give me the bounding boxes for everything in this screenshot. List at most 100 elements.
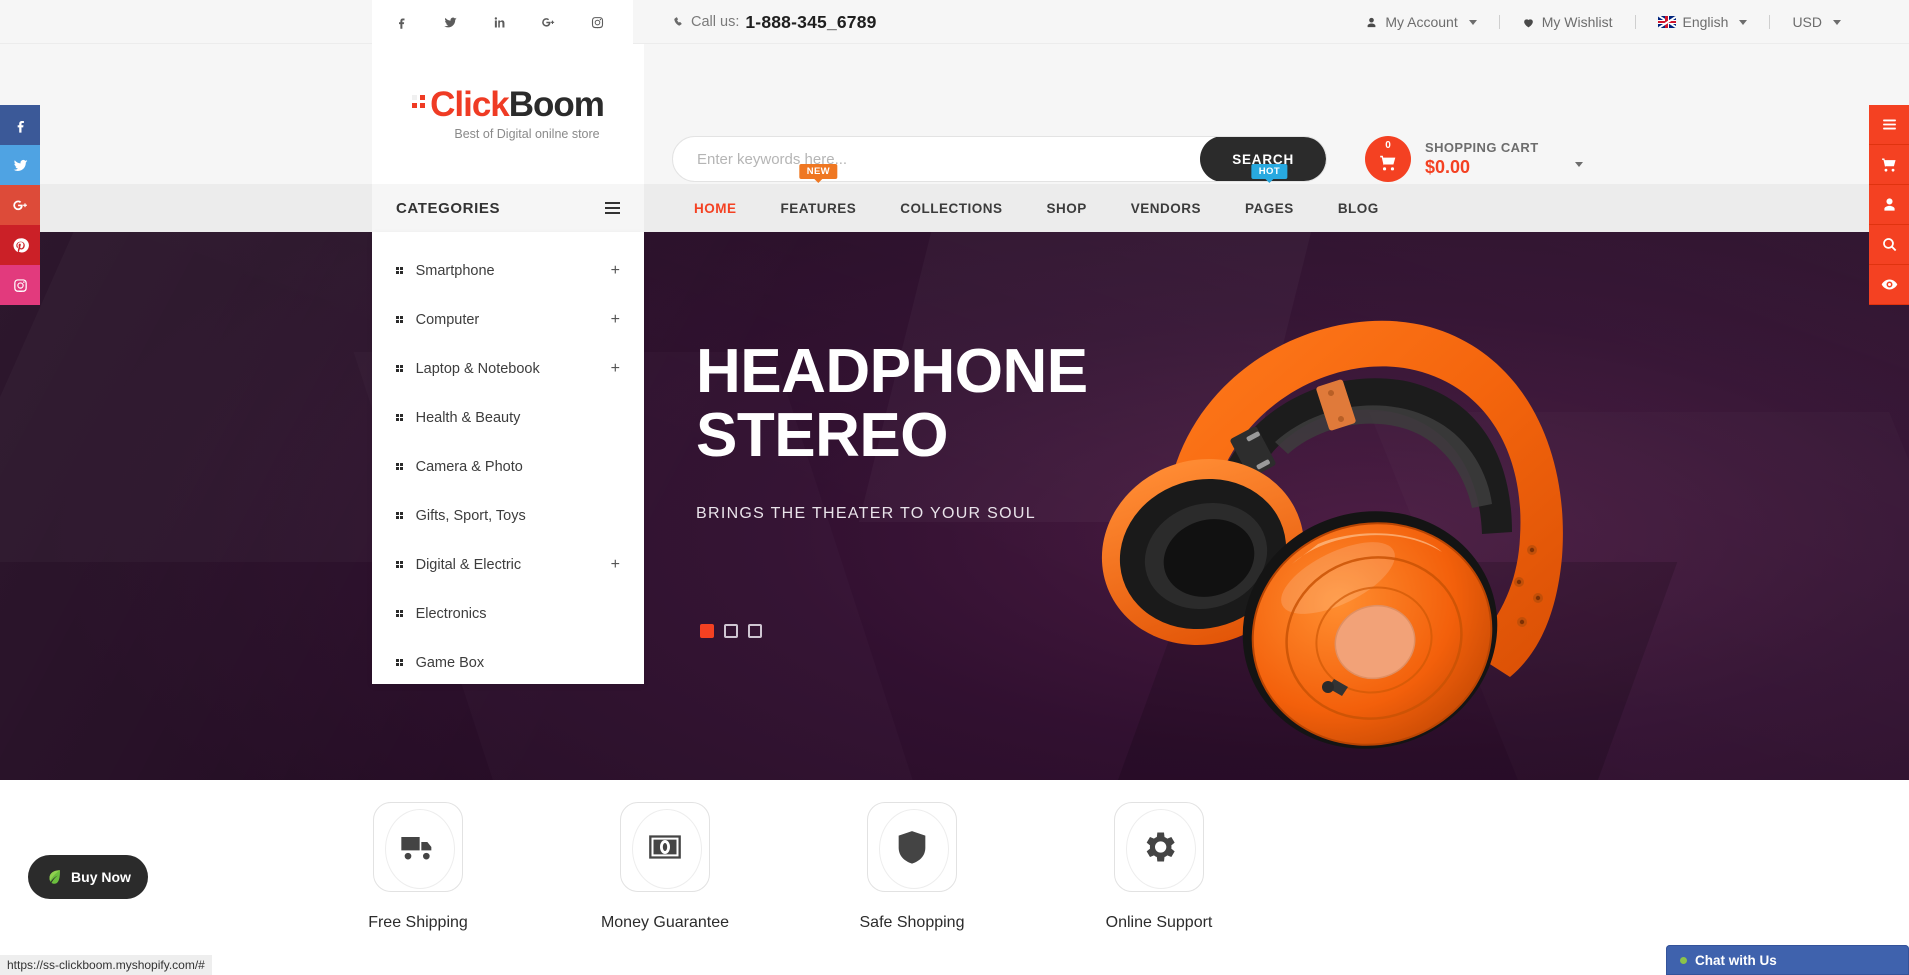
google-plus-icon[interactable]	[541, 15, 556, 30]
hero-title-line2: STEREO	[696, 401, 948, 471]
feature-online-support[interactable]: Online Support	[1009, 802, 1309, 932]
call-us: Call us: 1-888-345_6789	[672, 0, 877, 44]
sidebar-pinterest-icon[interactable]	[0, 225, 40, 265]
truck-icon	[401, 837, 432, 860]
expand-icon[interactable]: +	[611, 556, 620, 574]
divider	[1634, 15, 1636, 29]
logo-dots-icon	[412, 95, 426, 108]
nav-item-shop[interactable]: SHOP	[1025, 184, 1109, 232]
nav-item-blog[interactable]: BLOG	[1316, 184, 1401, 232]
feature-strip: Free Shipping Money Guarantee Safe Shopp…	[0, 780, 1909, 975]
currency-selector[interactable]: USD	[1792, 14, 1841, 30]
expand-icon[interactable]: +	[611, 262, 620, 280]
sidebar-cart-icon[interactable]	[1869, 145, 1909, 185]
category-item-health-beauty[interactable]: Health & Beauty	[372, 393, 644, 442]
leaf-icon	[49, 870, 61, 884]
category-item-game-box[interactable]: Game Box	[372, 638, 644, 687]
category-item-electronics[interactable]: Electronics	[372, 589, 644, 638]
my-account-menu[interactable]: My Account	[1365, 14, 1477, 30]
category-item-laptop-notebook[interactable]: Laptop & Notebook +	[372, 344, 644, 393]
category-label: Camera & Photo	[415, 458, 523, 475]
slider-dot-1[interactable]	[700, 624, 714, 638]
cart-price: $0.00	[1425, 156, 1471, 177]
call-us-label: Call us:	[691, 14, 740, 30]
phone-number: 1-888-345_6789	[745, 11, 877, 32]
sidebar-search-icon[interactable]	[1869, 225, 1909, 265]
expand-icon[interactable]: +	[611, 311, 620, 329]
buy-now-button[interactable]: Buy Now	[28, 855, 148, 899]
facebook-icon[interactable]	[394, 15, 409, 30]
category-item-camera-photo[interactable]: Camera & Photo	[372, 442, 644, 491]
chevron-down-icon	[1468, 19, 1477, 25]
chevron-down-icon	[1833, 19, 1841, 25]
logo[interactable]: ClickBoom Best of Digital onilne store	[372, 44, 644, 184]
sidebar-instagram-icon[interactable]	[0, 265, 40, 305]
shield-icon	[898, 831, 926, 864]
my-wishlist-link[interactable]: My Wishlist	[1522, 14, 1613, 30]
shopping-cart[interactable]: 0 SHOPPING CART $0.00	[1365, 136, 1583, 182]
category-item-digital-electric[interactable]: Digital & Electric +	[372, 540, 644, 589]
social-links-top	[372, 0, 633, 44]
badge-new: NEW	[799, 164, 838, 179]
cart-icon	[1379, 155, 1395, 170]
sidebar-google-plus-icon[interactable]	[0, 185, 40, 225]
grip-icon	[396, 267, 403, 274]
nav-label: VENDORS	[1130, 200, 1202, 216]
cart-icon-button[interactable]: 0	[1365, 136, 1411, 182]
linkedin-icon[interactable]	[492, 15, 507, 30]
language-selector[interactable]: English	[1657, 14, 1748, 30]
nav-label: HOME	[694, 200, 737, 216]
sidebar-user-icon[interactable]	[1869, 185, 1909, 225]
chat-widget[interactable]: Chat with Us	[1666, 945, 1909, 975]
social-sidebar	[0, 105, 40, 305]
top-right-links: My Account My Wishlist English USD	[1365, 0, 1841, 44]
nav-item-pages[interactable]: HOT PAGES	[1223, 164, 1316, 232]
slider-dot-2[interactable]	[724, 624, 738, 638]
sidebar-facebook-icon[interactable]	[0, 105, 40, 145]
page-root: Call us: 1-888-345_6789 My Account My Wi…	[0, 0, 1909, 975]
expand-icon[interactable]: +	[611, 360, 620, 378]
hero-banner: HEADPHONE STEREO BRINGS THE THEATER TO Y…	[0, 232, 1909, 780]
category-item-computer[interactable]: Computer +	[372, 295, 644, 344]
feature-label: Money Guarantee	[600, 914, 730, 931]
logo-tagline: Best of Digital onilne store	[454, 127, 600, 141]
gear-icon	[1146, 832, 1175, 862]
logo-text-secondary: Boom	[508, 85, 605, 124]
grip-icon	[396, 512, 403, 519]
nav-item-collections[interactable]: COLLECTIONS	[878, 184, 1024, 232]
grip-icon	[396, 561, 403, 568]
slider-dot-3[interactable]	[748, 624, 762, 638]
feature-icon-wrap	[1114, 802, 1204, 892]
grip-icon	[396, 659, 403, 666]
my-wishlist-label: My Wishlist	[1541, 14, 1613, 30]
sidebar-eye-icon[interactable]	[1869, 265, 1909, 305]
nav-label: SHOP	[1046, 200, 1087, 216]
heart-icon	[1523, 18, 1533, 27]
category-item-smartphone[interactable]: Smartphone +	[372, 246, 644, 295]
status-led-icon	[1680, 956, 1687, 964]
categories-toggle[interactable]: CATEGORIES	[372, 184, 644, 232]
chevron-down-icon[interactable]	[1574, 161, 1583, 167]
category-label: Electronics	[415, 605, 487, 622]
twitter-icon[interactable]	[443, 15, 458, 30]
search-area: SEARCH	[672, 136, 1327, 182]
my-account-label: My Account	[1385, 14, 1458, 30]
status-url: https://ss-clickboom.myshopify.com/#	[7, 958, 205, 972]
grip-icon	[396, 414, 403, 421]
nav-item-home[interactable]: HOME	[672, 184, 759, 232]
category-item-gifts-sport-toys[interactable]: Gifts, Sport, Toys	[372, 491, 644, 540]
cart-count-badge: 0	[1385, 140, 1391, 151]
category-label: Computer	[415, 311, 480, 328]
language-label: English	[1682, 14, 1729, 30]
search-input[interactable]	[673, 137, 1201, 181]
currency-label: USD	[1792, 14, 1822, 30]
site-header: ClickBoom Best of Digital onilne store S…	[0, 44, 1909, 184]
nav-item-vendors[interactable]: VENDORS	[1109, 184, 1223, 232]
sidebar-twitter-icon[interactable]	[0, 145, 40, 185]
category-label: Health & Beauty	[415, 409, 521, 426]
nav-item-features[interactable]: NEW FEATURES	[759, 164, 879, 232]
sidebar-menu-icon[interactable]	[1869, 105, 1909, 145]
cart-label: SHOPPING CART	[1425, 139, 1539, 155]
instagram-icon[interactable]	[590, 15, 605, 30]
feature-icon-wrap	[867, 802, 957, 892]
